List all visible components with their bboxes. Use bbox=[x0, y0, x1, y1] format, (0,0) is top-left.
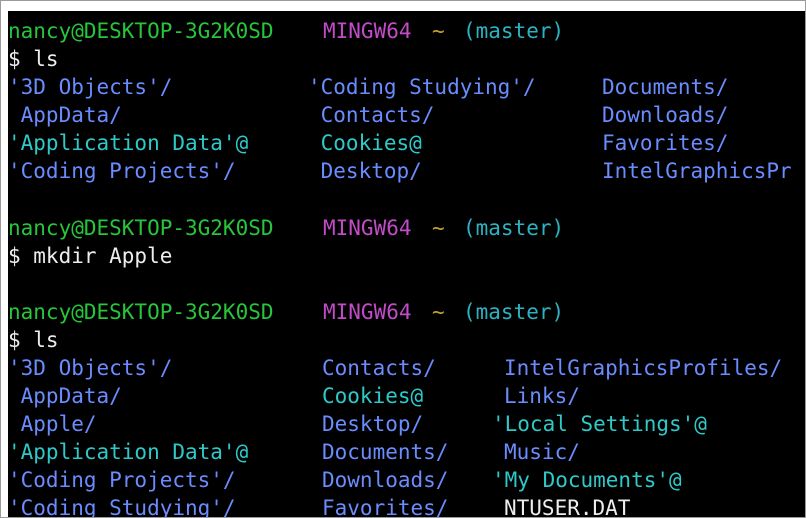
listing-row: 'Application Data'@ Documents/ Music/ bbox=[8, 438, 580, 466]
listing-entry: Contacts/ bbox=[308, 103, 435, 127]
listing-entry: IntelGraphicsProfiles/ bbox=[504, 356, 783, 380]
listing-entry: Favorites/ bbox=[602, 131, 729, 155]
listing-entry: Cookies@ bbox=[308, 131, 422, 155]
listing-entry: 'Coding Studying'/ bbox=[308, 75, 536, 99]
listing-row: Apple/ Desktop/ 'Local Settings'@ bbox=[8, 410, 707, 438]
prompt-user-host: nancy@DESKTOP-3G2K0SD bbox=[8, 216, 274, 240]
listing-entry: IntelGraphicsPr bbox=[602, 159, 792, 183]
listing-entry: 'Local Settings'@ bbox=[492, 412, 707, 436]
listing-row: AppData/ Cookies@ Links/ bbox=[8, 382, 580, 410]
listing-entry: '3D Objects'/ bbox=[8, 75, 173, 99]
listing-entry: Cookies@ bbox=[322, 384, 424, 408]
listing-entry: Downloads/ bbox=[602, 103, 729, 127]
listing-entry: Links/ bbox=[504, 384, 580, 408]
screenshot-frame: nancy@DESKTOP-3G2K0SD MINGW64 ~ (master)… bbox=[0, 0, 806, 518]
listing-entry: 'Coding Projects'/ bbox=[8, 468, 236, 492]
prompt-branch: (master) bbox=[463, 216, 565, 240]
prompt-system: MINGW64 bbox=[323, 19, 412, 43]
prompt-user-host: nancy@DESKTOP-3G2K0SD bbox=[8, 300, 274, 324]
listing-entry: Desktop/ bbox=[308, 159, 422, 183]
command-line: $ ls bbox=[8, 47, 59, 71]
listing-entry: AppData/ bbox=[8, 384, 122, 408]
listing-entry: Apple/ bbox=[8, 412, 97, 436]
listing-row: '3D Objects'/ Contacts/ IntelGraphicsPro… bbox=[8, 354, 782, 382]
prompt-line: nancy@DESKTOP-3G2K0SD MINGW64 ~ (master) bbox=[8, 214, 564, 242]
listing-entry: Music/ bbox=[504, 440, 580, 464]
listing-entry: 'Coding Studying'/ bbox=[8, 496, 236, 517]
prompt-path: ~ bbox=[432, 19, 445, 43]
terminal-window[interactable]: nancy@DESKTOP-3G2K0SD MINGW64 ~ (master)… bbox=[8, 11, 805, 517]
listing-entry: NTUSER.DAT bbox=[504, 496, 631, 517]
prompt-branch: (master) bbox=[463, 300, 565, 324]
prompt-branch: (master) bbox=[463, 19, 565, 43]
listing-row: 'Application Data'@ Cookies@ Favorites/ bbox=[8, 129, 728, 157]
listing-entry: Documents/ bbox=[322, 440, 449, 464]
listing-entry: 'Application Data'@ bbox=[8, 131, 249, 155]
prompt-user-host: nancy@DESKTOP-3G2K0SD bbox=[8, 19, 274, 43]
listing-entry: '3D Objects'/ bbox=[8, 356, 173, 380]
listing-row: 'Coding Projects'/ Downloads/ 'My Docume… bbox=[8, 466, 682, 494]
listing-row: 'Coding Projects'/ Desktop/ IntelGraphic… bbox=[8, 157, 792, 185]
listing-entry: Documents/ bbox=[602, 75, 729, 99]
listing-entry: Desktop/ bbox=[322, 412, 424, 436]
listing-row: AppData/ Contacts/ Downloads/ bbox=[8, 101, 729, 129]
prompt-path: ~ bbox=[432, 216, 445, 240]
prompt-line: nancy@DESKTOP-3G2K0SD MINGW64 ~ (master) bbox=[8, 17, 564, 45]
prompt-path: ~ bbox=[432, 300, 445, 324]
prompt-line: nancy@DESKTOP-3G2K0SD MINGW64 ~ (master) bbox=[8, 298, 564, 326]
listing-entry: AppData/ bbox=[8, 103, 122, 127]
listing-row: '3D Objects'/ 'Coding Studying'/ Documen… bbox=[8, 73, 728, 101]
listing-entry: 'Coding Projects'/ bbox=[8, 159, 236, 183]
prompt-system: MINGW64 bbox=[323, 216, 412, 240]
listing-entry: Downloads/ bbox=[322, 468, 449, 492]
prompt-system: MINGW64 bbox=[323, 300, 412, 324]
listing-entry: 'Application Data'@ bbox=[8, 440, 249, 464]
listing-entry: Favorites/ bbox=[322, 496, 449, 517]
command-line: $ mkdir Apple bbox=[8, 244, 173, 268]
listing-entry: 'My Documents'@ bbox=[492, 468, 682, 492]
listing-entry: Contacts/ bbox=[322, 356, 436, 380]
command-line: $ ls bbox=[8, 328, 59, 352]
listing-row: 'Coding Studying'/ Favorites/ NTUSER.DAT bbox=[8, 494, 630, 517]
